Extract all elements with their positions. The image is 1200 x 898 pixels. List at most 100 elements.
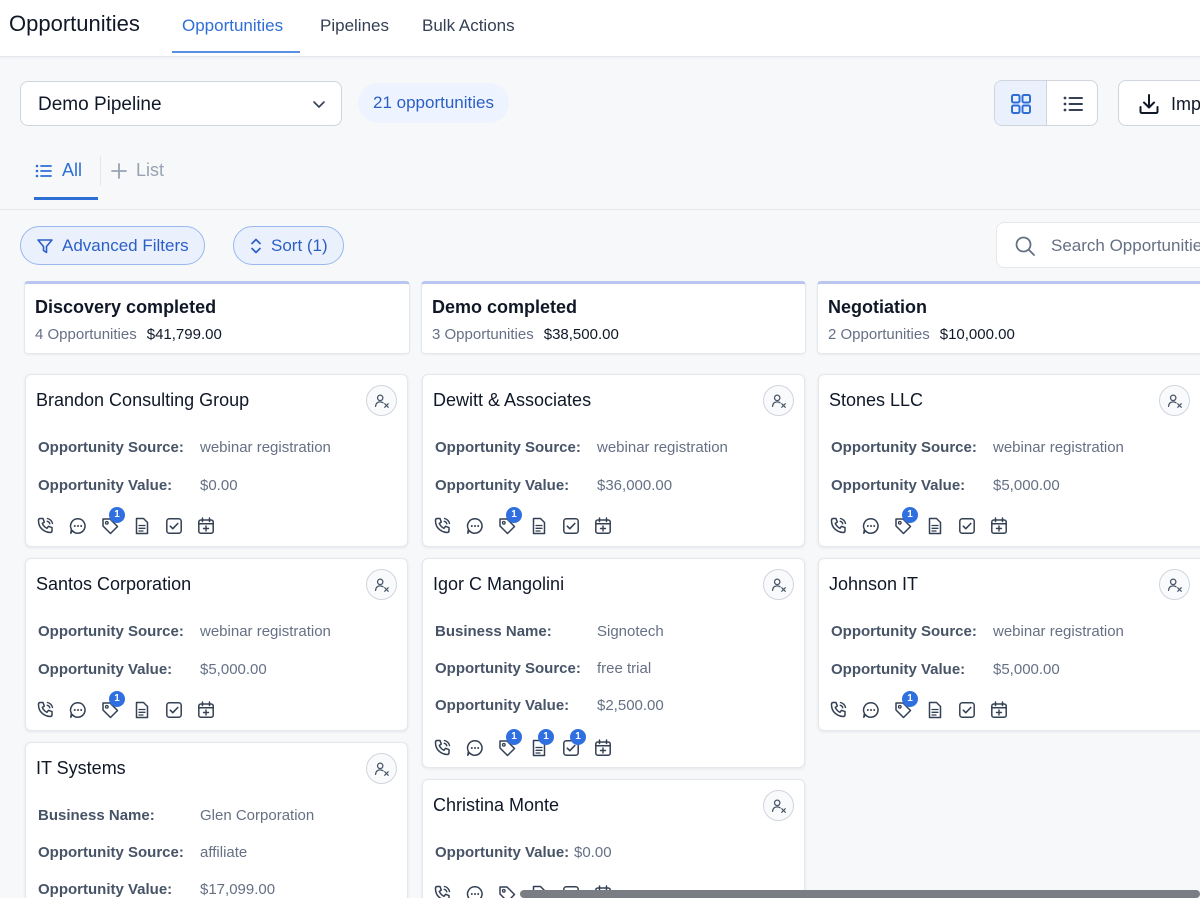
field-label: Opportunity Source: <box>831 439 977 456</box>
phone-icon[interactable] <box>36 700 56 720</box>
field-value: free trial <box>597 660 652 677</box>
stage-summary: 4 Opportunities $41,799.00 <box>35 326 222 343</box>
tab-opportunities[interactable]: Opportunities <box>182 16 283 36</box>
opportunity-name: Christina Monte <box>433 795 560 815</box>
chevron-down-icon <box>313 101 325 108</box>
notes-icon[interactable]: 1 <box>529 729 554 758</box>
phone-icon[interactable] <box>433 738 453 758</box>
opportunity-count-badge: 21 opportunities <box>358 83 509 123</box>
search-opportunities <box>996 222 1200 268</box>
task-icon[interactable] <box>164 700 184 720</box>
chat-icon[interactable] <box>861 700 881 720</box>
unassigned-user-icon <box>373 392 391 410</box>
assign-user-button[interactable] <box>1159 385 1190 416</box>
tab-pipelines[interactable]: Pipelines <box>320 16 389 36</box>
opportunity-card[interactable]: IT Systems Business Name: Glen Corporatio… <box>25 742 408 898</box>
notes-icon[interactable] <box>132 516 152 536</box>
view-toggle <box>994 80 1098 126</box>
unassigned-user-icon <box>373 760 391 778</box>
count-badge: 1 <box>506 507 522 523</box>
search-input[interactable] <box>1051 233 1200 259</box>
assign-user-button[interactable] <box>763 385 794 416</box>
add-list-label: List <box>136 160 165 180</box>
assign-user-button[interactable] <box>366 569 397 600</box>
stage-name: Demo completed <box>432 297 578 317</box>
chat-icon[interactable] <box>68 700 88 720</box>
field-label: Opportunity Value: <box>38 661 173 678</box>
opportunity-card[interactable]: Johnson IT Opportunity Source: webinar re… <box>818 558 1200 731</box>
assign-user-button[interactable] <box>763 790 794 821</box>
field-value: webinar registration <box>200 439 331 456</box>
tab-bulk-actions[interactable]: Bulk Actions <box>422 16 515 36</box>
task-icon[interactable] <box>957 700 977 720</box>
opportunity-card[interactable]: Christina Monte Opportunity Value: $0.00 <box>422 779 805 898</box>
field-label: Opportunity Value: <box>435 477 570 494</box>
field-label: Opportunity Value: <box>435 697 570 714</box>
stage-name: Discovery completed <box>35 297 217 317</box>
count-badge: 1 <box>570 729 586 745</box>
add-list-button[interactable]: List <box>110 160 164 181</box>
appointment-icon[interactable] <box>989 700 1009 720</box>
field-label: Opportunity Source: <box>435 439 581 456</box>
phone-icon[interactable] <box>829 700 849 720</box>
field-value: Signotech <box>597 623 664 640</box>
assign-user-button[interactable] <box>763 569 794 600</box>
tab-all[interactable]: All <box>34 160 82 181</box>
field-value: $17,099.00 <box>200 881 276 898</box>
advanced-filters-button[interactable]: Advanced Filters <box>20 226 205 265</box>
tag-icon[interactable]: 1 <box>497 729 522 758</box>
field-value: webinar registration <box>200 623 331 640</box>
appointment-icon[interactable] <box>593 516 613 536</box>
task-icon[interactable] <box>164 516 184 536</box>
sort-button[interactable]: Sort (1) <box>233 226 344 265</box>
phone-icon[interactable] <box>36 516 56 536</box>
appointment-icon[interactable] <box>989 516 1009 536</box>
opportunity-card[interactable]: Santos Corporation Opportunity Source: we… <box>25 558 408 731</box>
import-button-label: Imp <box>1171 94 1200 114</box>
notes-icon[interactable] <box>925 700 945 720</box>
assign-user-button[interactable] <box>366 753 397 784</box>
unassigned-user-icon <box>770 576 788 594</box>
tag-icon[interactable]: 1 <box>100 691 125 720</box>
opportunity-card[interactable]: Igor C Mangolini Business Name: Signotech… <box>422 558 805 768</box>
opportunity-card[interactable]: Dewitt & Associates Opportunity Source: w… <box>422 374 805 547</box>
tag-icon[interactable]: 1 <box>893 691 918 720</box>
tag-icon[interactable]: 1 <box>100 507 125 536</box>
count-badge: 1 <box>538 729 554 745</box>
chat-icon[interactable] <box>465 884 485 898</box>
horizontal-scrollbar[interactable] <box>520 890 1200 898</box>
chat-icon[interactable] <box>861 516 881 536</box>
appointment-icon[interactable] <box>196 516 216 536</box>
notes-icon[interactable] <box>529 516 549 536</box>
tag-icon[interactable]: 1 <box>893 507 918 536</box>
stage-summary: 3 Opportunities $38,500.00 <box>432 326 619 343</box>
list-icon <box>35 164 52 177</box>
tag-icon[interactable] <box>497 884 517 898</box>
chat-icon[interactable] <box>465 738 485 758</box>
chat-icon[interactable] <box>465 516 485 536</box>
phone-icon[interactable] <box>433 884 453 898</box>
opportunity-name: Santos Corporation <box>36 574 192 594</box>
import-button[interactable]: Imp <box>1118 80 1200 126</box>
appointment-icon[interactable] <box>593 738 613 758</box>
appointment-icon[interactable] <box>196 700 216 720</box>
opportunity-card[interactable]: Brandon Consulting Group Opportunity Sou… <box>25 374 408 547</box>
tag-icon[interactable]: 1 <box>497 507 522 536</box>
list-view-button[interactable] <box>1047 81 1097 125</box>
task-icon[interactable]: 1 <box>561 729 586 758</box>
opportunity-card[interactable]: Stones LLC Opportunity Source: webinar re… <box>818 374 1200 547</box>
field-label: Opportunity Value: <box>435 844 570 861</box>
grid-view-button[interactable] <box>995 81 1047 125</box>
task-icon[interactable] <box>561 516 581 536</box>
notes-icon[interactable] <box>132 700 152 720</box>
assign-user-button[interactable] <box>1159 569 1190 600</box>
task-icon[interactable] <box>957 516 977 536</box>
chat-icon[interactable] <box>68 516 88 536</box>
pipeline-dropdown[interactable]: Demo Pipeline <box>20 81 342 126</box>
field-value: webinar registration <box>597 439 728 456</box>
smart-list-tabs: All List <box>0 148 1200 210</box>
assign-user-button[interactable] <box>366 385 397 416</box>
phone-icon[interactable] <box>829 516 849 536</box>
phone-icon[interactable] <box>433 516 453 536</box>
notes-icon[interactable] <box>925 516 945 536</box>
